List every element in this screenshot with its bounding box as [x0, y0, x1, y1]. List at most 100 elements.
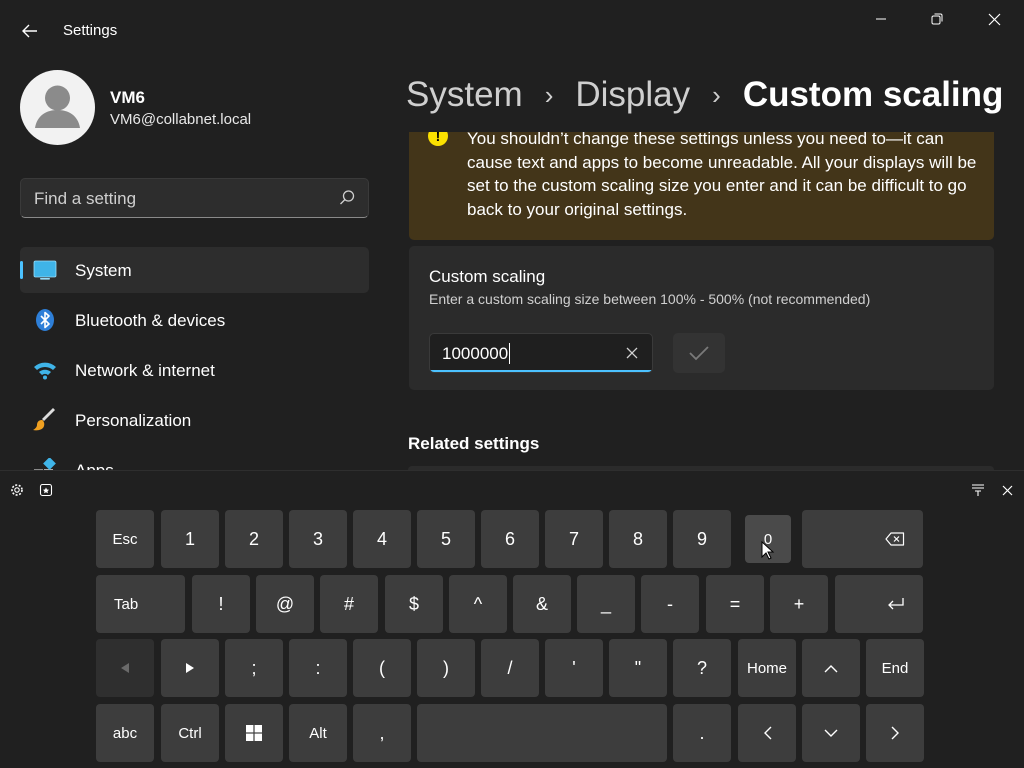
brush-icon: [33, 408, 55, 431]
key-3[interactable]: 3: [289, 510, 347, 568]
key-open-paren[interactable]: (: [353, 639, 411, 697]
bluetooth-icon: [36, 309, 54, 331]
key-arrow-left[interactable]: [738, 704, 796, 762]
custom-scaling-title: Custom scaling: [429, 267, 546, 286]
keyboard-dock-button[interactable]: [969, 481, 987, 499]
breadcrumb-display[interactable]: Display: [575, 75, 690, 115]
apply-button[interactable]: [673, 333, 725, 373]
back-arrow-icon: [22, 24, 37, 38]
key-at[interactable]: @: [256, 575, 314, 633]
sidebar-item-label: Bluetooth & devices: [75, 311, 226, 330]
close-button[interactable]: [971, 4, 1017, 34]
minimize-button[interactable]: [858, 4, 904, 34]
key-backspace[interactable]: [802, 510, 923, 568]
warning-card: ! You shouldn’t change these settings un…: [409, 132, 994, 240]
chevron-up-icon: [824, 664, 838, 672]
sidebar-item-bluetooth[interactable]: Bluetooth & devices: [20, 297, 369, 343]
windows-logo-icon: [246, 725, 262, 741]
key-ampersand[interactable]: &: [513, 575, 571, 633]
key-2[interactable]: 2: [225, 510, 283, 568]
profile-email: VM6@collabnet.local: [110, 111, 252, 128]
key-home[interactable]: Home: [738, 639, 796, 697]
user-icon: [35, 85, 80, 128]
key-plus[interactable]: +: [770, 575, 828, 633]
custom-scaling-input[interactable]: [442, 343, 612, 365]
dock-icon: [972, 484, 984, 496]
key-minus[interactable]: -: [641, 575, 699, 633]
key-9[interactable]: 9: [673, 510, 731, 568]
key-7[interactable]: 7: [545, 510, 603, 568]
custom-scaling-field[interactable]: [429, 333, 653, 373]
key-underscore[interactable]: _: [577, 575, 635, 633]
key-dollar[interactable]: $: [385, 575, 443, 633]
close-icon: [988, 13, 1000, 25]
sticker-icon: [39, 483, 53, 497]
key-equals[interactable]: =: [706, 575, 764, 633]
chevron-right-icon: [891, 726, 899, 740]
key-abc[interactable]: abc: [96, 704, 154, 762]
key-alt[interactable]: Alt: [289, 704, 347, 762]
sidebar-item-network[interactable]: Network & internet: [20, 347, 369, 393]
enter-icon: [888, 598, 904, 610]
sidebar-item-apps[interactable]: Apps: [20, 447, 369, 470]
triangle-left-icon: [121, 663, 129, 673]
keyboard-sticker-button[interactable]: [37, 481, 55, 499]
sidebar-item-system[interactable]: System: [20, 247, 369, 293]
content-scroll-area: ! You shouldn’t change these settings un…: [400, 132, 1024, 470]
key-exclamation[interactable]: !: [192, 575, 250, 633]
key-question[interactable]: ?: [673, 639, 731, 697]
key-hash[interactable]: #: [320, 575, 378, 633]
key-cursor-right[interactable]: [161, 639, 219, 697]
avatar[interactable]: [20, 70, 95, 145]
key-colon[interactable]: :: [289, 639, 347, 697]
custom-scaling-description: Enter a custom scaling size between 100%…: [429, 291, 871, 307]
key-tab[interactable]: Tab: [96, 575, 185, 633]
search-icon[interactable]: [338, 189, 356, 207]
key-ctrl[interactable]: Ctrl: [161, 704, 219, 762]
apps-icon: [34, 458, 56, 470]
key-arrow-right[interactable]: [866, 704, 924, 762]
close-icon: [1002, 485, 1012, 495]
key-5[interactable]: 5: [417, 510, 475, 568]
keyboard-settings-button[interactable]: [8, 481, 26, 499]
restore-button[interactable]: [914, 4, 960, 34]
search-box[interactable]: [20, 178, 369, 218]
back-button[interactable]: [14, 16, 46, 46]
key-1[interactable]: 1: [161, 510, 219, 568]
page-title: Custom scaling: [742, 75, 1004, 114]
key-8[interactable]: 8: [609, 510, 667, 568]
key-slash[interactable]: /: [481, 639, 539, 697]
selection-indicator: [20, 261, 23, 279]
key-space[interactable]: [417, 704, 667, 762]
app-title: Settings: [63, 22, 118, 39]
key-arrow-down[interactable]: [802, 704, 860, 762]
key-apostrophe[interactable]: ': [545, 639, 603, 697]
key-esc[interactable]: Esc: [96, 510, 154, 568]
gear-icon: [11, 484, 23, 496]
breadcrumb: System › Display › Custom scaling: [406, 72, 1003, 118]
clear-icon[interactable]: [624, 345, 640, 361]
custom-scaling-card: Custom scaling Enter a custom scaling si…: [409, 246, 994, 390]
monitor-icon: [33, 260, 57, 280]
key-enter[interactable]: [835, 575, 923, 633]
key-6[interactable]: 6: [481, 510, 539, 568]
keyboard-close-button[interactable]: [998, 481, 1016, 499]
breadcrumb-system[interactable]: System: [406, 75, 523, 115]
key-4[interactable]: 4: [353, 510, 411, 568]
key-cursor-left[interactable]: [96, 639, 154, 697]
restore-icon: [931, 13, 943, 25]
key-end[interactable]: End: [866, 639, 924, 697]
sidebar-item-personalization[interactable]: Personalization: [20, 397, 369, 443]
key-close-paren[interactable]: ): [417, 639, 475, 697]
mouse-pointer-icon: [761, 541, 775, 560]
key-arrow-up[interactable]: [802, 639, 860, 697]
search-input[interactable]: [34, 188, 324, 210]
key-semicolon[interactable]: ;: [225, 639, 283, 697]
profile-name: VM6: [110, 88, 145, 107]
key-caret[interactable]: ^: [449, 575, 507, 633]
key-comma[interactable]: ,: [353, 704, 411, 762]
key-quote[interactable]: ": [609, 639, 667, 697]
key-period[interactable]: .: [673, 704, 731, 762]
key-windows[interactable]: [225, 704, 283, 762]
wifi-icon: [34, 362, 56, 380]
